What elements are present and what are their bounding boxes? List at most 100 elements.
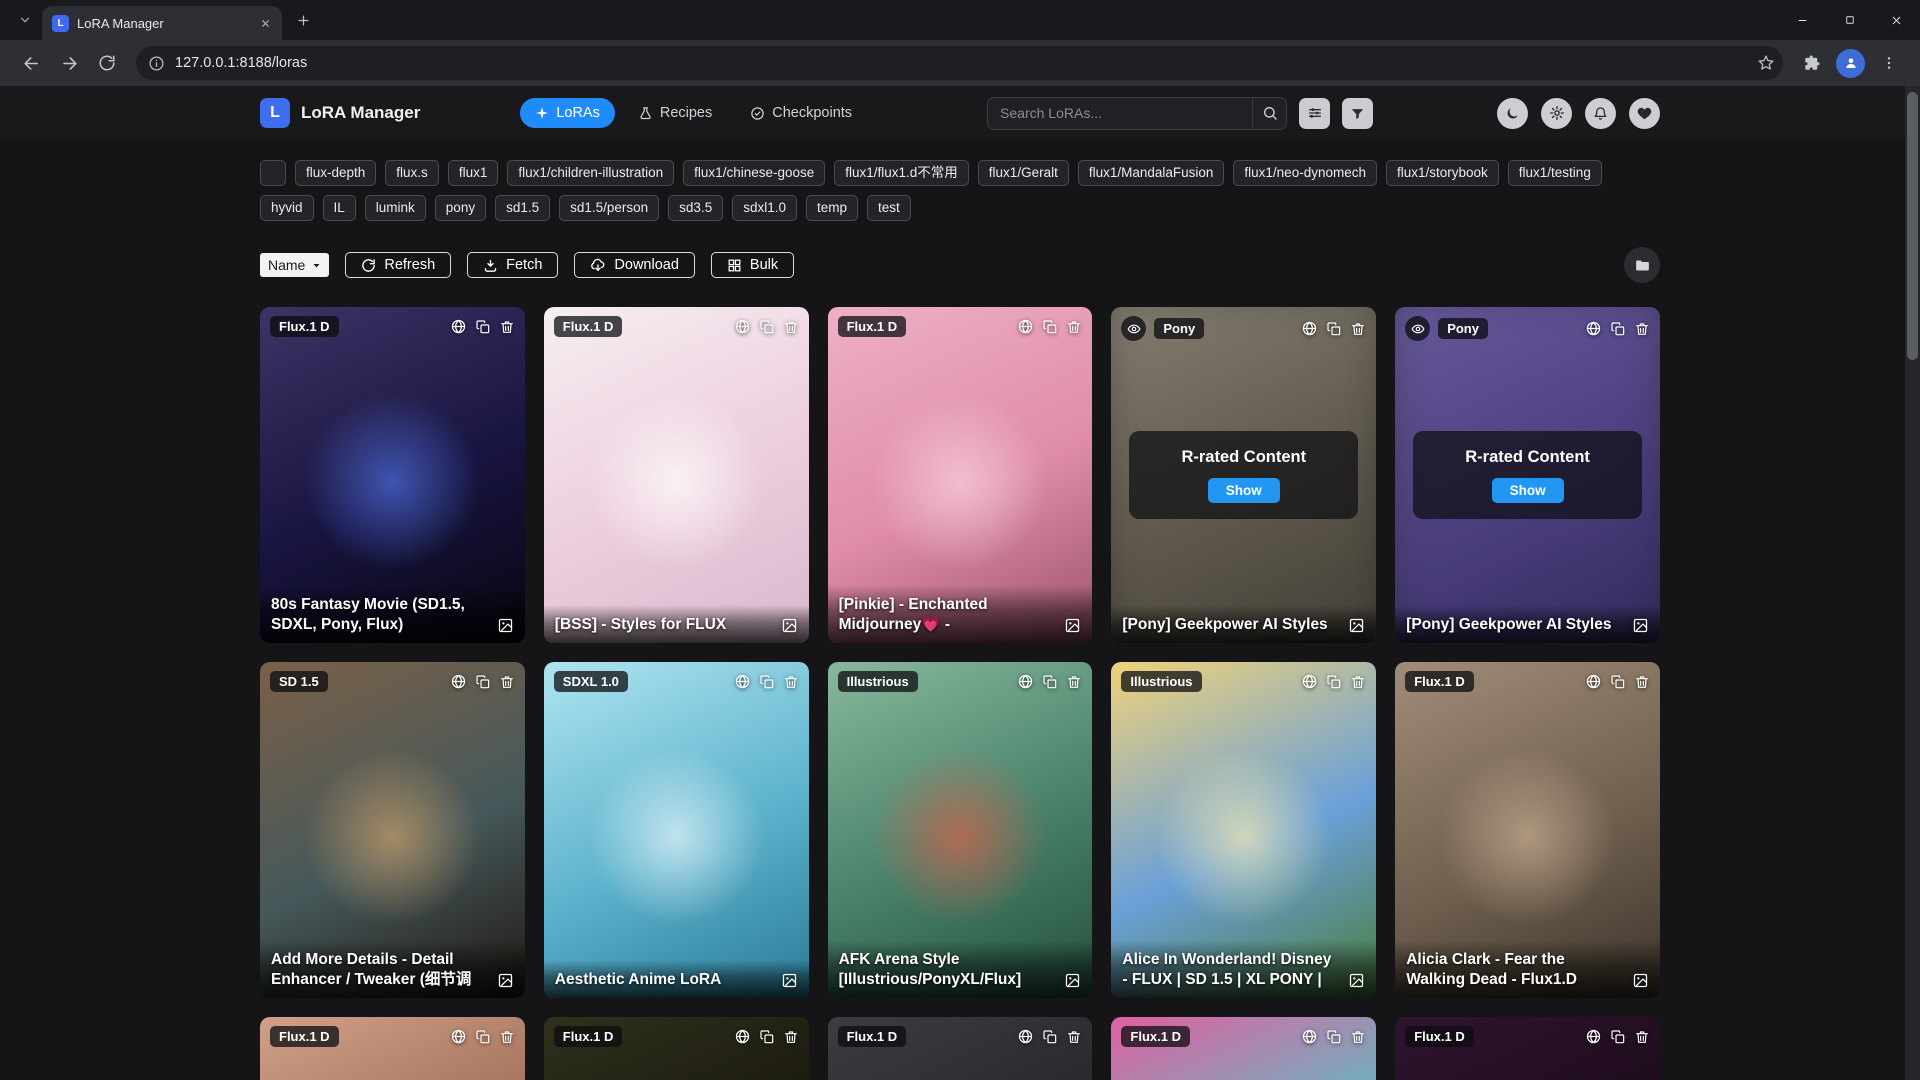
copy-button[interactable] xyxy=(475,1029,491,1045)
browser-menu-button[interactable] xyxy=(1872,46,1906,80)
open-civitai-button[interactable] xyxy=(1017,673,1034,690)
tag-filter[interactable]: flux1/flux1.d不常用 xyxy=(834,160,969,186)
lora-card[interactable]: SD 1.5 Add More Details - Detail Enhance… xyxy=(260,662,525,998)
tag-filter[interactable]: test xyxy=(867,195,911,221)
search-input[interactable] xyxy=(987,97,1287,130)
tag-filter[interactable] xyxy=(260,160,286,186)
tab-close-button[interactable] xyxy=(256,14,274,32)
delete-button[interactable] xyxy=(783,674,799,690)
sort-options-button[interactable] xyxy=(1299,98,1330,129)
page-scrollbar[interactable] xyxy=(1905,86,1920,1080)
delete-button[interactable] xyxy=(783,1029,799,1045)
copy-button[interactable] xyxy=(1042,1029,1058,1045)
tag-filter[interactable]: flux1 xyxy=(448,160,499,186)
lora-card[interactable]: Pony R-rated Content Show [Pony] Geekpow… xyxy=(1111,307,1376,643)
copy-button[interactable] xyxy=(1610,1029,1626,1045)
download-button[interactable]: Download xyxy=(574,252,695,278)
tag-filter[interactable]: flux1/storybook xyxy=(1386,160,1499,186)
delete-button[interactable] xyxy=(1350,674,1366,690)
example-images-button[interactable] xyxy=(1348,617,1365,634)
lora-card[interactable]: Flux.1 D xyxy=(1395,1017,1660,1080)
profile-avatar[interactable] xyxy=(1836,49,1865,78)
delete-button[interactable] xyxy=(1350,321,1366,337)
open-civitai-button[interactable] xyxy=(1301,320,1318,337)
example-images-button[interactable] xyxy=(497,617,514,634)
open-civitai-button[interactable] xyxy=(1017,1028,1034,1045)
lora-card[interactable]: Flux.1 D xyxy=(828,1017,1093,1080)
lora-card[interactable]: Flux.1 D Alicia Clark - Fear the Walking… xyxy=(1395,662,1660,998)
tag-filter[interactable]: flux1/children-illustration xyxy=(507,160,674,186)
copy-button[interactable] xyxy=(759,319,775,335)
show-nsfw-button[interactable]: Show xyxy=(1492,478,1564,503)
copy-button[interactable] xyxy=(1326,674,1342,690)
delete-button[interactable] xyxy=(1350,1029,1366,1045)
open-civitai-button[interactable] xyxy=(734,673,751,690)
delete-button[interactable] xyxy=(499,674,515,690)
delete-button[interactable] xyxy=(499,319,515,335)
lora-card[interactable]: Flux.1 D xyxy=(260,1017,525,1080)
delete-button[interactable] xyxy=(783,319,799,335)
copy-button[interactable] xyxy=(759,1029,775,1045)
tag-filter[interactable]: IL xyxy=(323,195,356,221)
tab-checkpoints[interactable]: Checkpoints xyxy=(735,98,867,128)
lora-card[interactable]: Flux.1 D [Pinkie] - Enchanted Midjourney… xyxy=(828,307,1093,643)
tag-filter[interactable]: flux1/neo-dynomech xyxy=(1233,160,1377,186)
open-civitai-button[interactable] xyxy=(1301,1028,1318,1045)
toggle-blur-button[interactable] xyxy=(1121,316,1146,341)
close-window-button[interactable] xyxy=(1873,0,1920,40)
example-images-button[interactable] xyxy=(1632,617,1649,634)
open-civitai-button[interactable] xyxy=(1585,673,1602,690)
example-images-button[interactable] xyxy=(1064,617,1081,634)
open-civitai-button[interactable] xyxy=(1585,320,1602,337)
refresh-button[interactable]: Refresh xyxy=(345,252,451,278)
lora-card[interactable]: Flux.1 D xyxy=(544,1017,809,1080)
forward-button[interactable] xyxy=(52,46,86,80)
tag-filter[interactable]: hyvid xyxy=(260,195,314,221)
copy-button[interactable] xyxy=(1326,321,1342,337)
new-tab-button[interactable] xyxy=(288,5,318,35)
tag-filter[interactable]: flux1/Geralt xyxy=(978,160,1069,186)
lora-card[interactable]: Illustrious Alice In Wonderland! Disney … xyxy=(1111,662,1376,998)
copy-button[interactable] xyxy=(1610,321,1626,337)
reload-button[interactable] xyxy=(90,46,124,80)
maximize-button[interactable] xyxy=(1826,0,1873,40)
delete-button[interactable] xyxy=(1634,1029,1650,1045)
copy-button[interactable] xyxy=(1326,1029,1342,1045)
example-images-button[interactable] xyxy=(781,972,798,989)
bookmark-star-icon[interactable] xyxy=(1757,54,1775,72)
open-civitai-button[interactable] xyxy=(1017,318,1034,335)
tab-recipes[interactable]: Recipes xyxy=(623,98,727,128)
tag-filter[interactable]: sd3.5 xyxy=(668,195,723,221)
scrollbar-thumb[interactable] xyxy=(1907,92,1918,360)
copy-button[interactable] xyxy=(759,674,775,690)
example-images-button[interactable] xyxy=(1348,972,1365,989)
example-images-button[interactable] xyxy=(1632,972,1649,989)
open-civitai-button[interactable] xyxy=(1585,1028,1602,1045)
lora-card[interactable]: Pony R-rated Content Show [Pony] Geekpow… xyxy=(1395,307,1660,643)
browser-tab[interactable]: L LoRA Manager xyxy=(42,6,282,40)
delete-button[interactable] xyxy=(1066,674,1082,690)
site-info-icon[interactable] xyxy=(148,55,165,72)
copy-button[interactable] xyxy=(475,319,491,335)
open-civitai-button[interactable] xyxy=(734,318,751,335)
copy-button[interactable] xyxy=(1042,319,1058,335)
lora-card[interactable]: Flux.1 D 80s Fantasy Movie (SD1.5, SDXL,… xyxy=(260,307,525,643)
tab-search-button[interactable] xyxy=(10,5,40,35)
fetch-button[interactable]: Fetch xyxy=(467,252,558,278)
open-civitai-button[interactable] xyxy=(450,673,467,690)
theme-toggle-button[interactable] xyxy=(1497,98,1528,129)
tag-filter[interactable]: flux.s xyxy=(385,160,439,186)
tag-filter[interactable]: flux1/MandalaFusion xyxy=(1078,160,1225,186)
url-bar[interactable]: 127.0.0.1:8188/loras xyxy=(136,46,1783,80)
copy-button[interactable] xyxy=(1610,674,1626,690)
example-images-button[interactable] xyxy=(781,617,798,634)
tag-filter[interactable]: lumink xyxy=(365,195,426,221)
tag-filter[interactable]: sd1.5/person xyxy=(559,195,659,221)
folder-button[interactable] xyxy=(1624,247,1660,283)
lora-card[interactable]: Flux.1 D xyxy=(1111,1017,1376,1080)
toggle-blur-button[interactable] xyxy=(1405,316,1430,341)
tag-filter[interactable]: flux-depth xyxy=(295,160,376,186)
bulk-button[interactable]: Bulk xyxy=(711,252,794,278)
lora-card[interactable]: Flux.1 D [BSS] - Styles for FLUX xyxy=(544,307,809,643)
tag-filter[interactable]: sd1.5 xyxy=(495,195,550,221)
